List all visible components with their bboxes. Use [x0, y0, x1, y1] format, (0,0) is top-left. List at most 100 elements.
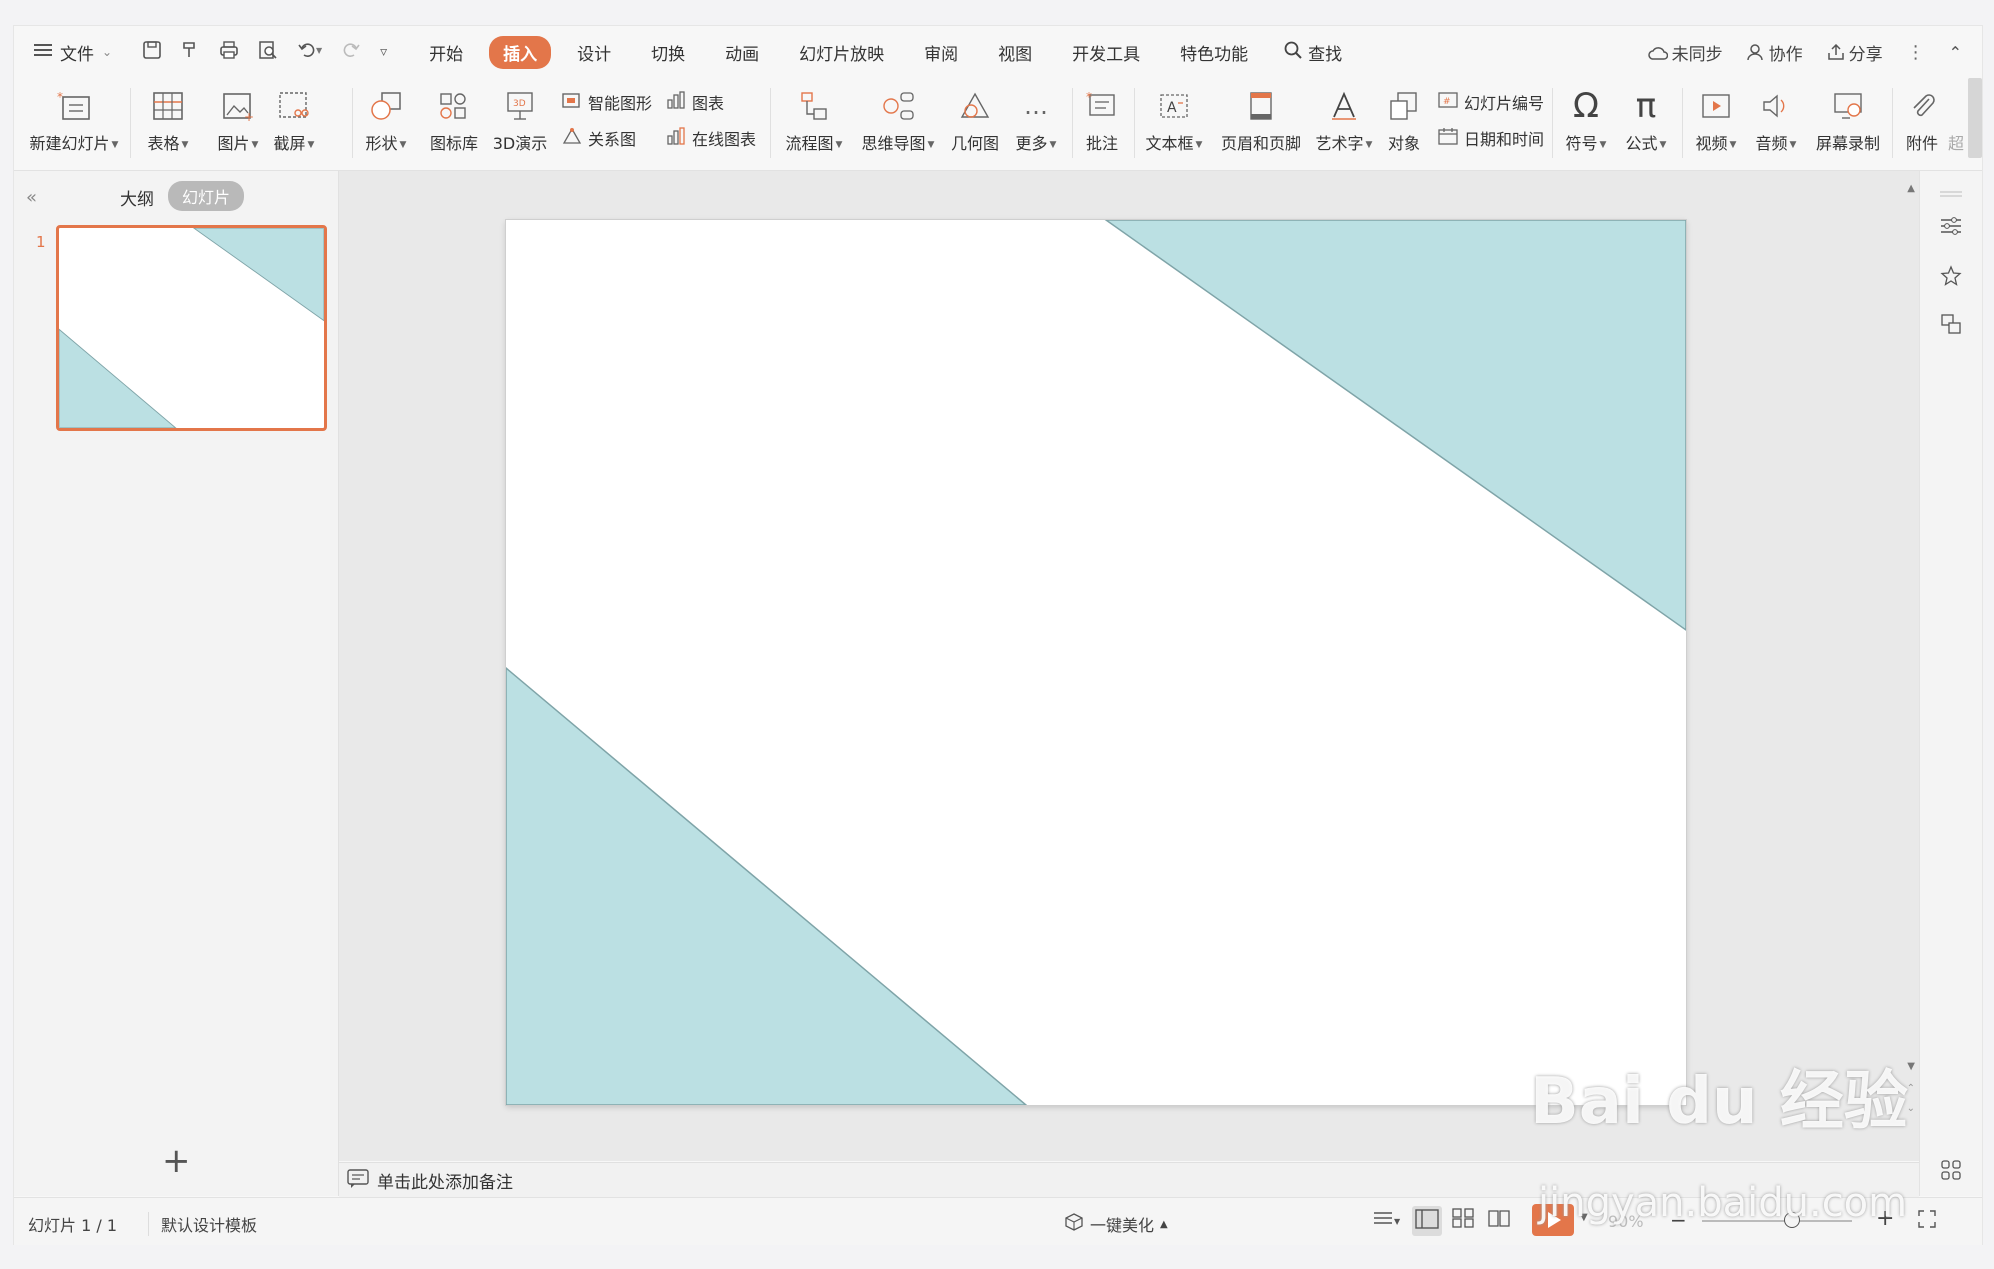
flowchart-icon	[794, 86, 834, 126]
file-menu[interactable]: 文件 ⌄	[34, 40, 112, 65]
user-icon	[1746, 43, 1765, 65]
slide-1[interactable]	[505, 219, 1687, 1106]
search-label: 查找	[1308, 44, 1343, 65]
geometry-button[interactable]: 几何图	[946, 78, 1004, 154]
svg-text:3D: 3D	[513, 99, 526, 109]
hyperlink-button[interactable]: 超	[1948, 78, 1964, 154]
chart-button[interactable]: 图表	[666, 90, 724, 114]
star-icon[interactable]	[1938, 263, 1964, 289]
table-icon	[148, 86, 188, 126]
mindmap-button[interactable]: 思维导图 ▼	[856, 78, 940, 154]
calendar-icon	[1438, 127, 1458, 149]
slide-sorter-icon[interactable]	[1452, 1208, 1474, 1232]
audio-button[interactable]: 音频 ▼	[1748, 78, 1804, 154]
smart-graphic-button[interactable]: 智能图形	[562, 90, 652, 114]
tab-start[interactable]: 开始	[415, 36, 477, 69]
online-chart-button[interactable]: 在线图表	[666, 126, 756, 150]
collapse-ribbon-icon[interactable]: ⌃	[1949, 43, 1962, 62]
ribbon-scroll-right[interactable]	[1968, 78, 1982, 158]
top-right-triangle	[1103, 219, 1687, 632]
normal-view-icon[interactable]	[1412, 1206, 1442, 1236]
save-icon[interactable]	[142, 40, 162, 65]
collab-button[interactable]: 协作	[1746, 40, 1803, 65]
geometry-icon	[955, 86, 995, 126]
print-icon[interactable]	[218, 40, 240, 65]
screen-record-label: 屏幕录制	[1815, 134, 1880, 153]
sync-button[interactable]: 未同步	[1647, 40, 1723, 65]
redo-icon[interactable]	[342, 40, 362, 65]
tab-view[interactable]: 视图	[984, 36, 1046, 69]
collab-label: 协作	[1768, 44, 1803, 65]
tab-outline[interactable]: 大纲	[120, 185, 154, 210]
notes-toggle-icon[interactable]: ▼	[1372, 1208, 1402, 1234]
notes-icon	[347, 1168, 369, 1193]
tab-slideshow[interactable]: 幻灯片放映	[785, 36, 898, 69]
slide-number-button[interactable]: # 幻灯片编号	[1438, 90, 1544, 114]
formula-button[interactable]: π 公式 ▼	[1618, 78, 1674, 154]
flowchart-label: 流程图	[785, 134, 834, 153]
tab-features[interactable]: 特色功能	[1166, 36, 1262, 69]
share-label: 分享	[1848, 44, 1883, 65]
tab-review[interactable]: 审阅	[910, 36, 972, 69]
print-preview-icon[interactable]	[258, 40, 278, 65]
share-icon	[1827, 43, 1845, 65]
datetime-button[interactable]: 日期和时间	[1438, 126, 1544, 150]
tab-transition[interactable]: 切换	[637, 36, 699, 69]
header-footer-button[interactable]: 页眉和页脚	[1216, 78, 1306, 154]
table-button[interactable]: 表格 ▼	[138, 78, 198, 154]
shape-button[interactable]: 形状 ▼	[358, 78, 414, 154]
textbox-icon: A	[1154, 86, 1194, 126]
comment-label: 批注	[1085, 134, 1118, 153]
customize-toolbar-icon[interactable]: ▿	[380, 44, 387, 60]
new-slide-button[interactable]: * 新建幻灯片 ▼	[26, 78, 122, 154]
fit-window-icon[interactable]	[1918, 1210, 1936, 1232]
wordart-label: 艺术字	[1315, 134, 1364, 153]
account-actions: 未同步 协作 分享 ⋮ ⌃	[1647, 26, 1962, 78]
share-button[interactable]: 分享	[1827, 40, 1883, 65]
icon-library-label: 图标库	[429, 134, 478, 153]
screen-record-button[interactable]: 屏幕录制	[1810, 78, 1886, 154]
textbox-button[interactable]: A 文本框 ▼	[1140, 78, 1208, 154]
add-slide-button[interactable]: +	[162, 1141, 191, 1181]
more-options-icon[interactable]: ⋮	[1907, 42, 1925, 63]
grid-apps-icon[interactable]	[1938, 1157, 1964, 1183]
settings-sliders-icon[interactable]	[1938, 213, 1964, 239]
bottom-left-triangle	[505, 666, 1029, 1106]
icon-library-button[interactable]: 图标库	[424, 78, 484, 154]
scroll-up-arrow[interactable]: ▲	[1907, 183, 1915, 194]
tab-slides[interactable]: 幻灯片	[168, 181, 245, 211]
tab-developer[interactable]: 开发工具	[1058, 36, 1154, 69]
swap-icon[interactable]	[1938, 311, 1964, 337]
screenshot-button[interactable]: 截屏 ▼	[266, 78, 322, 154]
pi-icon: π	[1635, 86, 1657, 126]
video-button[interactable]: 视频 ▼	[1688, 78, 1744, 154]
template-name[interactable]: 默认设计模板	[148, 1212, 257, 1236]
online-chart-icon	[666, 127, 686, 149]
tab-design[interactable]: 设计	[563, 36, 625, 69]
undo-icon[interactable]: ▼	[296, 40, 324, 65]
comment-button[interactable]: * 批注	[1078, 78, 1126, 154]
svg-text:#: #	[1443, 97, 1451, 107]
scroll-down-arrow[interactable]: ▼	[1907, 1061, 1915, 1072]
reading-view-icon[interactable]	[1488, 1208, 1510, 1232]
more-dots-icon: …	[1024, 92, 1048, 120]
slide-thumbnail[interactable]	[56, 225, 327, 431]
object-button[interactable]: 对象	[1380, 78, 1428, 154]
more-button[interactable]: … 更多 ▼	[1008, 78, 1064, 154]
collapse-panel-icon[interactable]: «	[26, 187, 37, 208]
pane-handle-icon	[1938, 181, 1964, 207]
format-painter-icon[interactable]	[180, 40, 200, 65]
tab-animation[interactable]: 动画	[711, 36, 773, 69]
search-button[interactable]: 查找	[1284, 40, 1342, 65]
flowchart-button[interactable]: 流程图 ▼	[778, 78, 850, 154]
beautify-button[interactable]: 一键美化 ▲	[1064, 1212, 1168, 1236]
attachment-button[interactable]: 附件	[1898, 78, 1946, 154]
wordart-button[interactable]: 艺术字 ▼	[1312, 78, 1376, 154]
relation-graph-button[interactable]: 关系图	[562, 126, 636, 150]
omega-icon: Ω	[1573, 86, 1599, 126]
3d-demo-button[interactable]: 3D 3D演示	[488, 78, 552, 154]
symbol-button[interactable]: Ω 符号 ▼	[1558, 78, 1614, 154]
picture-button[interactable]: + 图片 ▼	[210, 78, 266, 154]
object-label: 对象	[1387, 134, 1420, 153]
tab-insert[interactable]: 插入	[489, 35, 552, 69]
